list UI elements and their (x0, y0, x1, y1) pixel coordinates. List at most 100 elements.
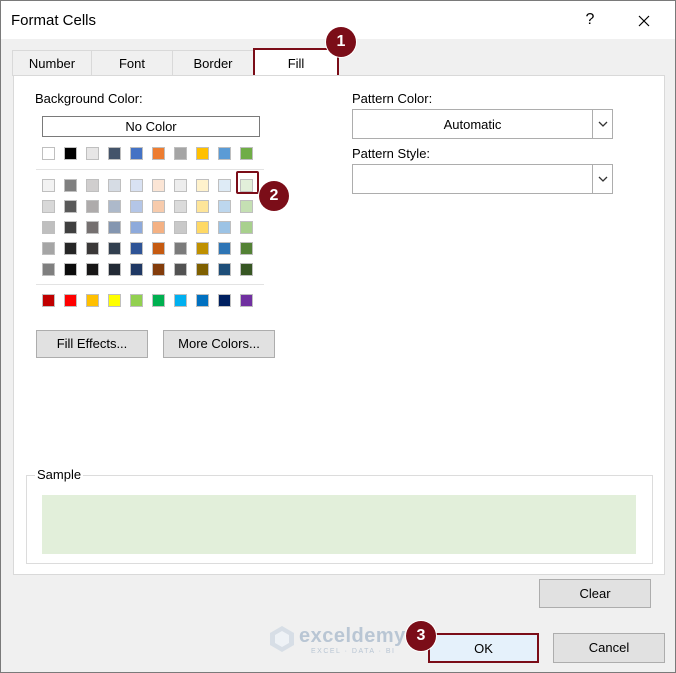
color-swatch[interactable] (240, 263, 253, 276)
color-swatch[interactable] (218, 263, 231, 276)
dropdown-arrow[interactable] (592, 165, 612, 193)
ok-button[interactable]: OK (428, 633, 539, 663)
fill-panel: Background Color: No Color Fill Effects.… (13, 75, 665, 575)
color-swatch[interactable] (42, 242, 55, 255)
color-swatch[interactable] (130, 179, 143, 192)
color-swatch[interactable] (196, 221, 209, 234)
help-button[interactable]: ? (579, 9, 601, 31)
tab-border[interactable]: Border (172, 50, 254, 76)
color-swatch[interactable] (42, 263, 55, 276)
color-swatch[interactable] (218, 200, 231, 213)
color-swatch[interactable] (108, 221, 121, 234)
color-swatch[interactable] (174, 147, 187, 160)
selected-swatch-highlight (236, 171, 259, 194)
standard-color-swatch[interactable] (174, 294, 187, 307)
pattern-color-value: Automatic (443, 117, 502, 132)
fill-effects-button[interactable]: Fill Effects... (36, 330, 148, 358)
color-swatch[interactable] (64, 221, 77, 234)
color-swatch[interactable] (130, 263, 143, 276)
palette-divider (36, 169, 264, 170)
standard-color-swatch[interactable] (108, 294, 121, 307)
color-swatch[interactable] (42, 179, 55, 192)
background-color-label: Background Color: (35, 91, 143, 106)
color-swatch[interactable] (218, 242, 231, 255)
standard-color-swatch[interactable] (196, 294, 209, 307)
clear-button[interactable]: Clear (539, 579, 651, 608)
standard-color-swatch[interactable] (240, 294, 253, 307)
color-swatch[interactable] (130, 242, 143, 255)
color-swatch[interactable] (152, 200, 165, 213)
color-swatch[interactable] (240, 200, 253, 213)
color-swatch[interactable] (42, 200, 55, 213)
color-swatch[interactable] (108, 200, 121, 213)
chevron-down-icon (598, 176, 607, 182)
color-swatch[interactable] (86, 147, 99, 160)
color-swatch[interactable] (196, 242, 209, 255)
color-swatch[interactable] (152, 147, 165, 160)
callout-badge-3: 3 (406, 621, 436, 651)
color-swatch[interactable] (196, 263, 209, 276)
standard-color-swatch[interactable] (152, 294, 165, 307)
tab-number[interactable]: Number (12, 50, 92, 76)
pattern-style-label: Pattern Style: (352, 146, 431, 161)
color-swatch[interactable] (64, 200, 77, 213)
color-swatch[interactable] (240, 147, 253, 160)
color-swatch[interactable] (152, 221, 165, 234)
pattern-color-dropdown[interactable]: Automatic (352, 109, 613, 139)
color-swatch[interactable] (86, 179, 99, 192)
color-swatch[interactable] (240, 221, 253, 234)
tab-font[interactable]: Font (91, 50, 173, 76)
standard-color-swatch[interactable] (42, 294, 55, 307)
logo-icon (270, 626, 294, 652)
color-swatch[interactable] (174, 263, 187, 276)
standard-color-swatch[interactable] (64, 294, 77, 307)
color-swatch[interactable] (152, 242, 165, 255)
standard-color-swatch[interactable] (130, 294, 143, 307)
callout-badge-2: 2 (259, 181, 289, 211)
color-swatch[interactable] (130, 200, 143, 213)
color-swatch[interactable] (218, 179, 231, 192)
close-icon (638, 15, 650, 26)
color-swatch[interactable] (108, 179, 121, 192)
close-button[interactable] (629, 7, 659, 33)
color-swatch[interactable] (152, 263, 165, 276)
color-swatch[interactable] (196, 179, 209, 192)
color-swatch[interactable] (108, 147, 121, 160)
callout-badge-1: 1 (326, 27, 356, 57)
standard-color-swatch[interactable] (86, 294, 99, 307)
color-swatch[interactable] (64, 147, 77, 160)
sample-group: Sample (26, 467, 653, 564)
more-colors-button[interactable]: More Colors... (163, 330, 275, 358)
color-swatch[interactable] (86, 263, 99, 276)
color-swatch[interactable] (174, 200, 187, 213)
color-swatch[interactable] (64, 263, 77, 276)
color-swatch[interactable] (108, 263, 121, 276)
color-swatch[interactable] (152, 179, 165, 192)
sample-label: Sample (35, 467, 84, 482)
color-swatch[interactable] (174, 179, 187, 192)
color-swatch[interactable] (42, 221, 55, 234)
color-swatch[interactable] (218, 221, 231, 234)
color-swatch[interactable] (108, 242, 121, 255)
color-swatch[interactable] (130, 221, 143, 234)
color-swatch[interactable] (86, 221, 99, 234)
dropdown-arrow[interactable] (592, 110, 612, 138)
no-color-button[interactable]: No Color (42, 116, 260, 137)
color-swatch[interactable] (240, 242, 253, 255)
color-swatch[interactable] (42, 147, 55, 160)
standard-color-swatch[interactable] (218, 294, 231, 307)
color-swatch[interactable] (196, 147, 209, 160)
color-swatch[interactable] (64, 242, 77, 255)
cancel-button[interactable]: Cancel (553, 633, 665, 663)
color-swatch[interactable] (86, 200, 99, 213)
pattern-style-dropdown[interactable] (352, 164, 613, 194)
color-swatch[interactable] (174, 242, 187, 255)
color-swatch[interactable] (130, 147, 143, 160)
color-swatch[interactable] (86, 242, 99, 255)
dialog-title: Format Cells (11, 12, 97, 29)
watermark-name: exceldemy (299, 625, 406, 647)
color-swatch[interactable] (196, 200, 209, 213)
color-swatch[interactable] (218, 147, 231, 160)
color-swatch[interactable] (64, 179, 77, 192)
color-swatch[interactable] (174, 221, 187, 234)
